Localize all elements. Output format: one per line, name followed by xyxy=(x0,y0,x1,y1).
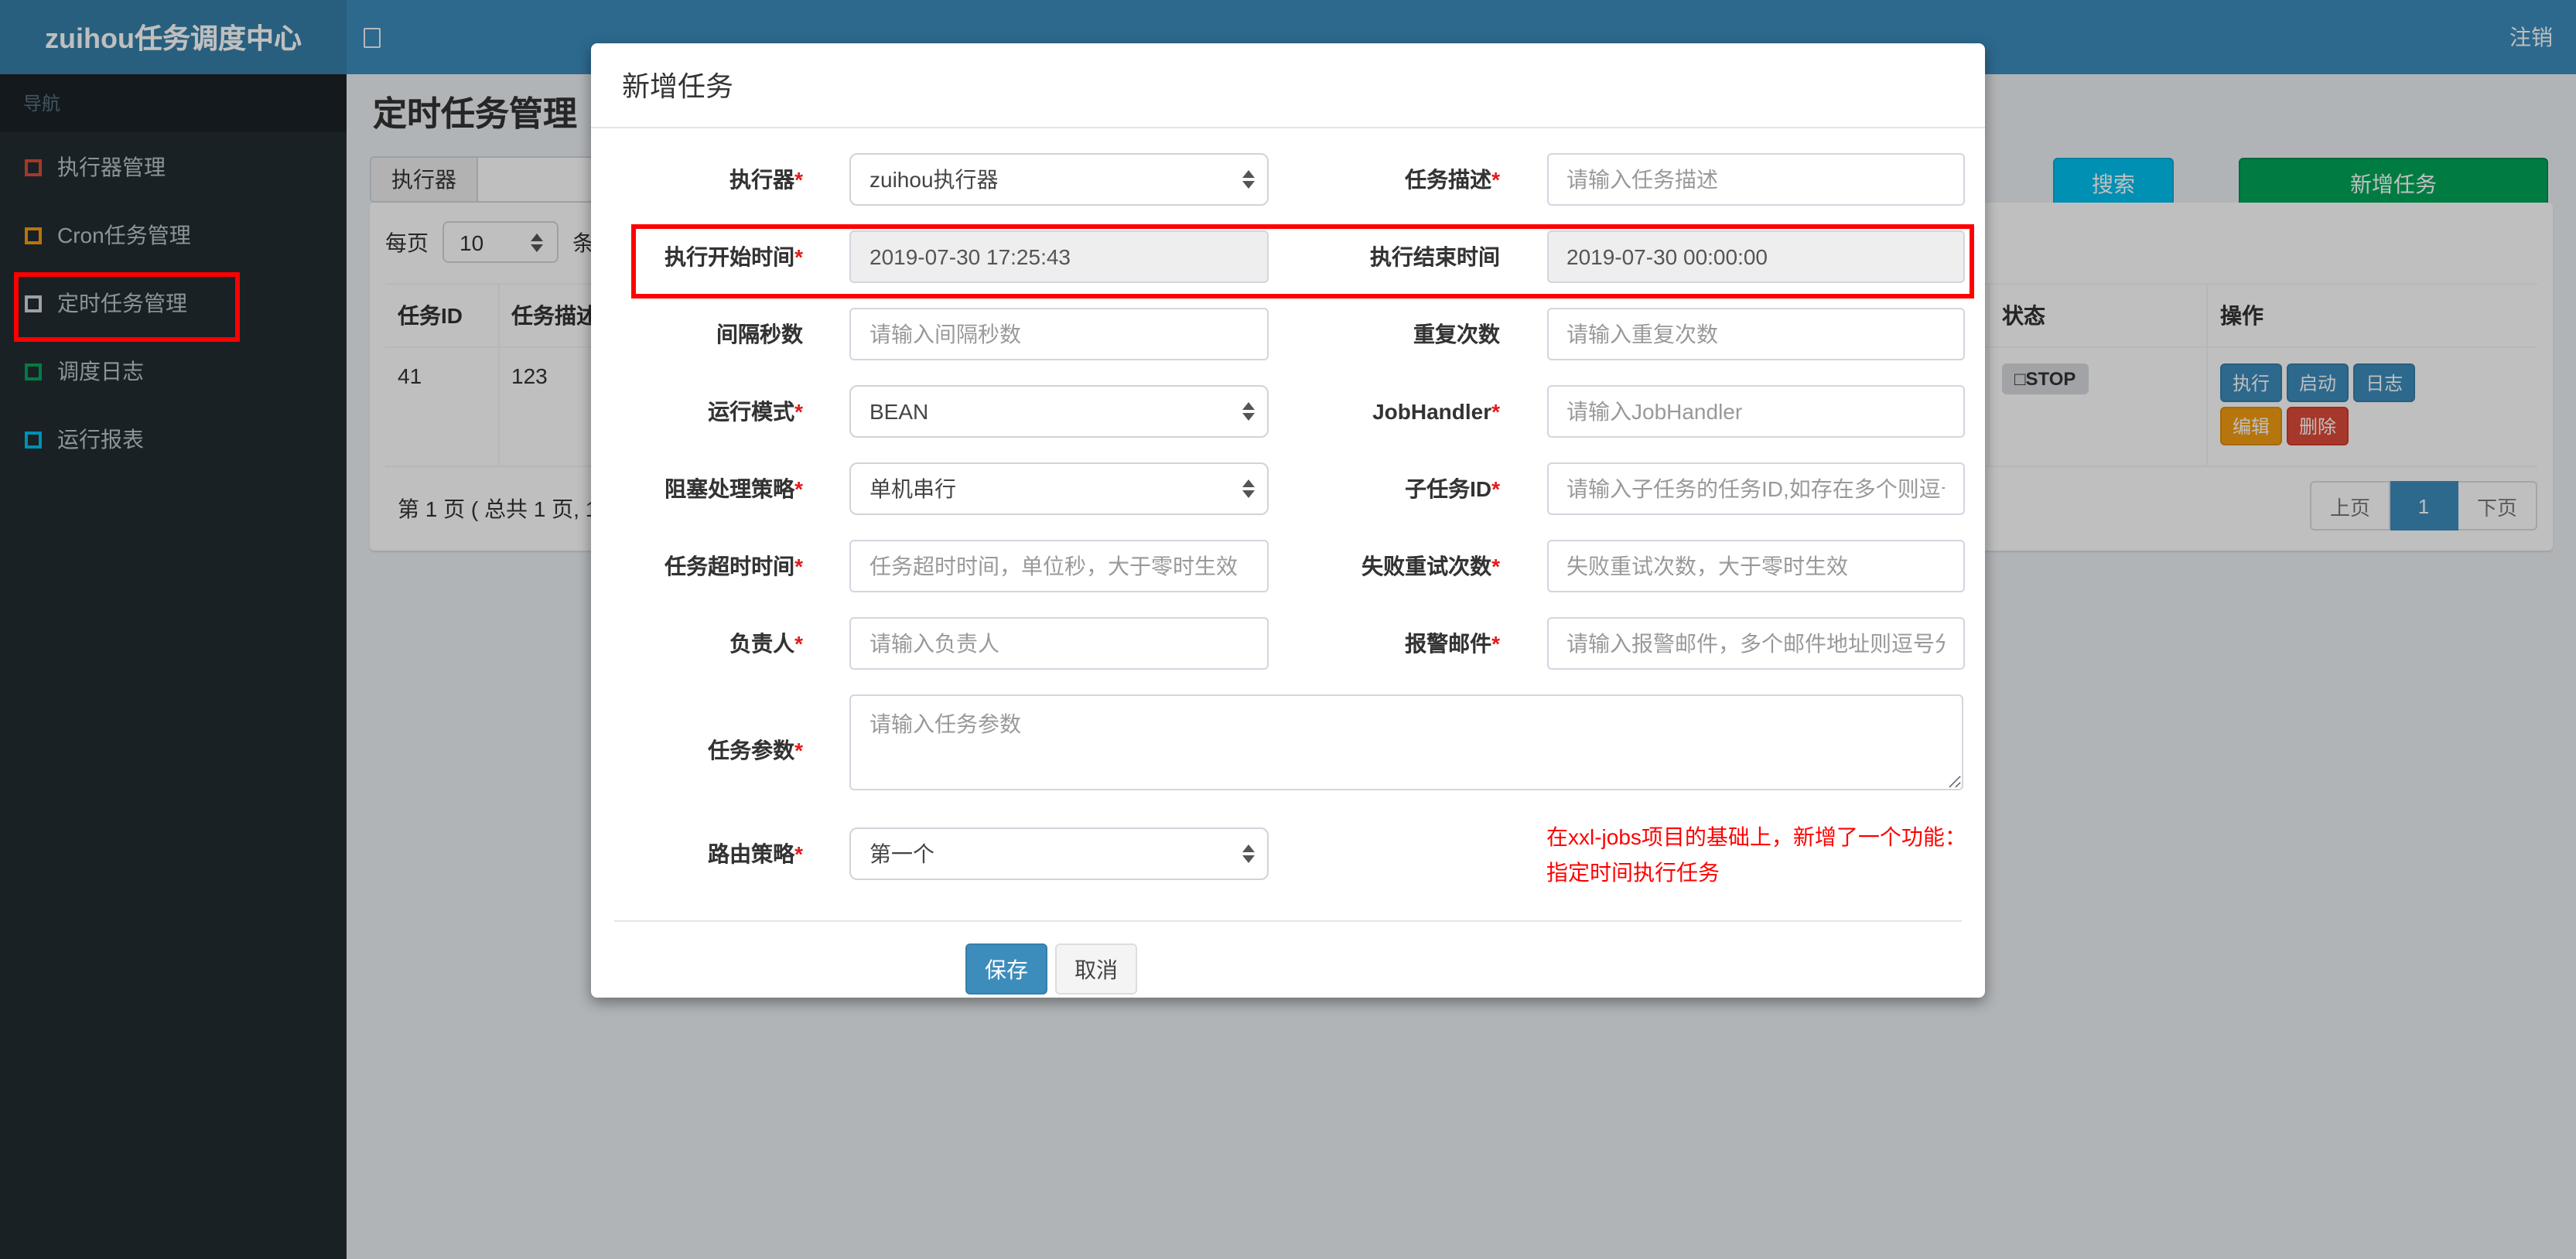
app-root: zuihou任务调度中心 注销 导航 执行器管理 Cron任务管理 定时任务管理… xyxy=(0,0,2576,1259)
task-desc-label: 任务描述* xyxy=(1405,167,1500,192)
exec-end-time-field[interactable]: 2019-07-30 00:00:00 xyxy=(1546,230,1965,283)
exec-end-time-label: 执行结束时间 xyxy=(1370,244,1500,269)
task-timeout-label: 任务超时时间* xyxy=(664,554,803,578)
repeat-count-label: 重复次数 xyxy=(1413,322,1500,346)
run-mode-label: 运行模式* xyxy=(708,399,803,424)
select-arrows-icon xyxy=(1242,844,1254,863)
modal-title: 新增任务 xyxy=(622,71,733,102)
form-row: 阻塞处理策略* 单机串行 子任务ID* xyxy=(591,462,1985,515)
executor-label: 执行器* xyxy=(729,167,803,192)
task-params-textarea[interactable] xyxy=(849,694,1963,790)
select-arrows-icon xyxy=(1242,479,1254,498)
fail-retry-count-label: 失败重试次数* xyxy=(1361,554,1500,578)
modal-header: 新增任务 xyxy=(591,43,1985,128)
owner-input[interactable] xyxy=(849,617,1268,670)
select-arrows-icon xyxy=(1242,402,1254,421)
form-row-route-strategy: 路由策略* 第一个 在xxl-jobs项目的基础上，新增了一个功能： 指定时间执… xyxy=(591,817,1985,891)
block-strategy-label: 阻塞处理策略* xyxy=(664,476,803,501)
alarm-email-label: 报警邮件* xyxy=(1405,631,1500,656)
executor-select[interactable]: zuihou执行器 xyxy=(849,153,1268,206)
fail-retry-count-input[interactable] xyxy=(1546,540,1965,592)
feature-note-text: 在xxl-jobs项目的基础上，新增了一个功能： 指定时间执行任务 xyxy=(1546,824,1966,885)
exec-start-time-label: 执行开始时间* xyxy=(664,244,803,269)
route-strategy-select[interactable]: 第一个 xyxy=(849,827,1268,880)
modal-body: 执行器* zuihou执行器 任务描述* 执行开始时间* 2019-07-30 … xyxy=(591,128,1985,891)
save-button[interactable]: 保存 xyxy=(965,943,1047,995)
add-task-modal: 新增任务 执行器* zuihou执行器 任务描述* 请输入任务描述 执行开始时间… xyxy=(591,43,1985,998)
block-strategy-select[interactable]: 单机串行 xyxy=(849,462,1268,515)
form-row: 运行模式* BEAN JobHandler* xyxy=(591,385,1985,438)
exec-start-time-field[interactable]: 2019-07-30 17:25:43 xyxy=(849,230,1268,283)
form-row-task-params: 任务参数* xyxy=(591,694,1985,790)
modal-footer: 保存 取消 xyxy=(591,922,1985,995)
select-arrows-icon xyxy=(1242,170,1254,189)
child-task-id-input[interactable] xyxy=(1546,462,1965,515)
jobhandler-input[interactable] xyxy=(1546,385,1965,438)
interval-seconds-label: 间隔秒数 xyxy=(716,322,803,346)
interval-seconds-input[interactable] xyxy=(849,308,1268,360)
repeat-count-input[interactable] xyxy=(1546,308,1965,360)
owner-label: 负责人* xyxy=(729,631,803,656)
form-row: 执行器* zuihou执行器 任务描述* xyxy=(591,153,1985,206)
run-mode-select[interactable]: BEAN xyxy=(849,385,1268,438)
jobhandler-label: JobHandler* xyxy=(1372,399,1500,424)
form-row: 执行开始时间* 2019-07-30 17:25:43 执行结束时间 2019-… xyxy=(591,230,1985,283)
task-params-label: 任务参数* xyxy=(708,737,803,762)
child-task-id-label: 子任务ID* xyxy=(1405,476,1500,501)
form-row: 负责人* 报警邮件* xyxy=(591,617,1985,670)
task-desc-input[interactable] xyxy=(1546,153,1965,206)
form-row: 间隔秒数 重复次数 xyxy=(591,308,1985,360)
alarm-email-input[interactable] xyxy=(1546,617,1965,670)
form-row: 任务超时时间* 失败重试次数* xyxy=(591,540,1985,592)
cancel-button[interactable]: 取消 xyxy=(1055,943,1137,995)
task-timeout-input[interactable] xyxy=(849,540,1268,592)
route-strategy-label: 路由策略* xyxy=(708,841,803,866)
